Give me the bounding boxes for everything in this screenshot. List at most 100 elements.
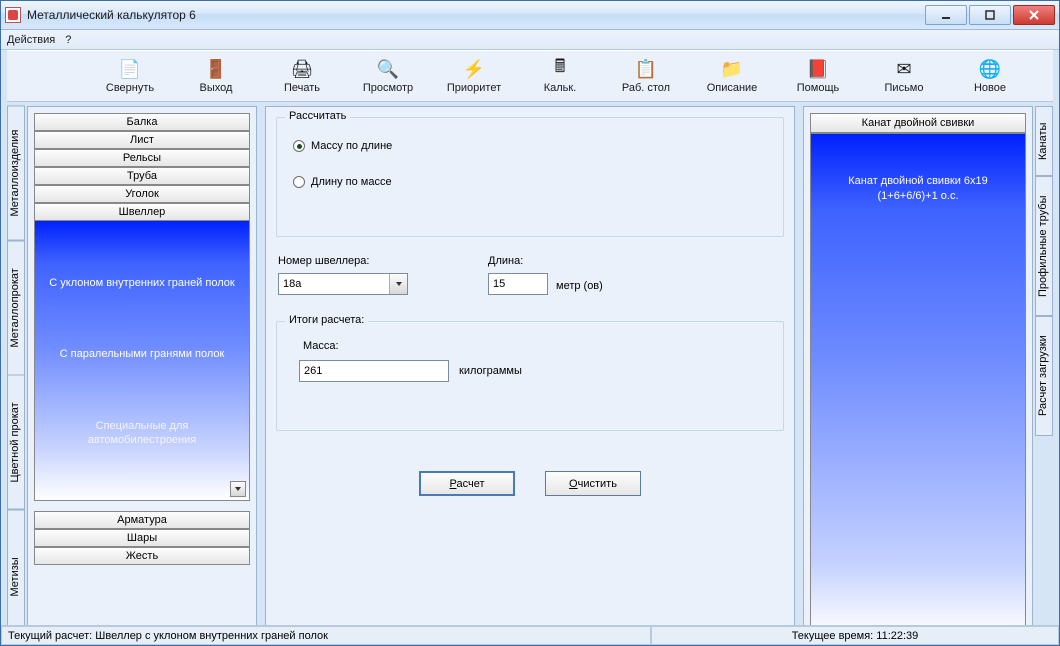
bolt-icon: ⚡: [463, 58, 485, 80]
magnifier-icon: 🔍: [377, 58, 399, 80]
globe-icon: 🌐: [979, 58, 1001, 80]
shveller-number-select[interactable]: 18а: [278, 273, 408, 295]
menu-actions[interactable]: Действия: [7, 34, 55, 46]
shveller-variant-2[interactable]: С паралельными гранями полок: [41, 347, 243, 361]
tool-print[interactable]: 🖨Печать: [259, 52, 345, 100]
tool-label: Свернуть: [106, 82, 154, 94]
tool-preview[interactable]: 🔍 Просмотр: [345, 52, 431, 100]
mass-unit: килограммы: [459, 365, 522, 377]
close-icon: [1028, 9, 1040, 21]
calc-mode-group: Рассчитать Массу по длине Длину по массе: [276, 117, 784, 237]
envelope-icon: ✉: [893, 58, 915, 80]
rope-line2: (1+6+6/6)+1 о.с.: [811, 189, 1025, 204]
mass-value: 261: [304, 365, 322, 377]
minimize-button[interactable]: [925, 5, 967, 25]
tool-calc[interactable]: 🖩Кальк.: [517, 52, 603, 100]
rope-body[interactable]: Канат двойной свивки 6х19 (1+6+6/6)+1 о.…: [810, 133, 1026, 637]
titlebar[interactable]: Металлический калькулятор 6: [1, 1, 1059, 30]
number-label: Номер швеллера:: [278, 255, 408, 267]
shveller-variant-3[interactable]: Специальные для автомобилестроения: [41, 419, 243, 447]
radio-mass-by-length[interactable]: Массу по длине: [293, 140, 771, 152]
result-group: Итоги расчета: Масса: 261 килограммы: [276, 321, 784, 431]
tool-minimize[interactable]: 📄 Свернуть: [87, 52, 173, 100]
tool-label: Помощь: [797, 82, 840, 94]
rope-line1: Канат двойной свивки 6х19: [811, 174, 1025, 189]
calc-mode-legend: Рассчитать: [285, 110, 350, 122]
clear-button[interactable]: Очистить: [545, 471, 641, 496]
length-unit: метр (ов): [556, 280, 603, 295]
vtab-ropes[interactable]: Канаты: [1035, 106, 1053, 176]
category-list[interactable]: Лист: [34, 131, 250, 149]
vtab-metal-products[interactable]: Металлоизделия: [7, 106, 25, 241]
folder-icon: 📁: [721, 58, 743, 80]
maximize-button[interactable]: [969, 5, 1011, 25]
tool-label: Новое: [974, 82, 1006, 94]
radio-length-by-mass[interactable]: Длину по массе: [293, 176, 771, 188]
maximize-icon: [984, 9, 996, 21]
tool-priority[interactable]: ⚡ Приоритет: [431, 52, 517, 100]
input-row: Номер швеллера: 18а Длина: 15: [278, 255, 782, 295]
vtab-metal-rolling[interactable]: Металлопрокат: [7, 241, 25, 376]
radio-icon: [293, 140, 305, 152]
menu-help[interactable]: ?: [65, 34, 71, 46]
vtab-profile-pipes[interactable]: Профильные трубы: [1035, 176, 1053, 316]
close-button[interactable]: [1013, 5, 1055, 25]
tool-description[interactable]: 📁 Описание: [689, 52, 775, 100]
doc-icon: 📄: [119, 58, 141, 80]
printer-icon: 🖨: [291, 58, 313, 80]
right-vertical-tabs: Канаты Профильные трубы Расчет загрузки: [1035, 106, 1053, 644]
toolbar: 📄 Свернуть 🚪Выход 🖨Печать 🔍 Просмотр ⚡ Прио…: [7, 50, 1053, 102]
category-balka[interactable]: Балка: [34, 113, 250, 131]
window-title: Металлический калькулятор 6: [27, 8, 923, 22]
chevron-down-icon: [234, 485, 242, 493]
category-zhest[interactable]: Жесть: [34, 547, 250, 565]
chevron-down-icon: [395, 280, 403, 288]
category-armatura[interactable]: Арматура: [34, 511, 250, 529]
vtab-load-calc[interactable]: Расчет загрузки: [1035, 316, 1053, 436]
door-icon: 🚪: [205, 58, 227, 80]
action-buttons: Расчет Очистить: [266, 471, 794, 496]
menubar: Действия ?: [1, 30, 1059, 50]
tool-letter[interactable]: ✉ Письмо: [861, 52, 947, 100]
vtab-metizy[interactable]: Метизы: [7, 510, 25, 645]
status-current-calc: Текущий расчет: Швеллер с уклоном внутре…: [1, 626, 651, 645]
shveller-dropdown-button[interactable]: [230, 481, 246, 497]
statusbar: Текущий расчет: Швеллер с уклоном внутре…: [1, 625, 1059, 645]
shveller-variant-1[interactable]: С уклоном внутренних граней полок: [41, 276, 243, 290]
clipboard-icon: 📋: [635, 58, 657, 80]
radio-label: Массу по длине: [311, 140, 392, 152]
calculator-icon: 🖩: [549, 58, 571, 80]
category-ugolok[interactable]: Уголок: [34, 185, 250, 203]
category-truba[interactable]: Труба: [34, 167, 250, 185]
mass-output[interactable]: 261: [299, 360, 449, 382]
length-input[interactable]: 15: [488, 273, 548, 295]
window-buttons: [923, 5, 1055, 25]
tool-label: Описание: [707, 82, 758, 94]
result-legend: Итоги расчета:: [285, 314, 368, 326]
tool-new[interactable]: 🌐 Новое: [947, 52, 1033, 100]
radio-label: Длину по массе: [311, 176, 392, 188]
category-shveller[interactable]: Швеллер: [34, 203, 250, 221]
tool-label: Письмо: [885, 82, 924, 94]
category-shary[interactable]: Шары: [34, 529, 250, 547]
category-relsy[interactable]: Рельсы: [34, 149, 250, 167]
tool-label: Приоритет: [447, 82, 501, 94]
body: Металлоизделия Металлопрокат Цветной про…: [7, 106, 1053, 644]
calculate-button[interactable]: Расчет: [419, 471, 515, 496]
rope-header[interactable]: Канат двойной свивки: [810, 113, 1026, 133]
tool-label: Просмотр: [363, 82, 413, 94]
shveller-variants[interactable]: С уклоном внутренних граней полок С пара…: [34, 221, 250, 501]
status-current-time: Текущее время: 11:22:39: [651, 626, 1059, 645]
select-arrow: [389, 274, 407, 294]
length-field-wrap: Длина: 15 метр (ов): [488, 255, 603, 295]
vtab-color-rolling[interactable]: Цветной прокат: [7, 375, 25, 510]
tool-desktop[interactable]: 📋Раб. стол: [603, 52, 689, 100]
book-icon: 📕: [807, 58, 829, 80]
mass-label: Масса:: [303, 340, 771, 352]
minimize-icon: [940, 9, 952, 21]
tool-help[interactable]: 📕 Помощь: [775, 52, 861, 100]
tool-exit[interactable]: 🚪Выход: [173, 52, 259, 100]
number-field-wrap: Номер швеллера: 18а: [278, 255, 408, 295]
radio-icon: [293, 176, 305, 188]
left-vertical-tabs: Металлоизделия Металлопрокат Цветной про…: [7, 106, 25, 644]
